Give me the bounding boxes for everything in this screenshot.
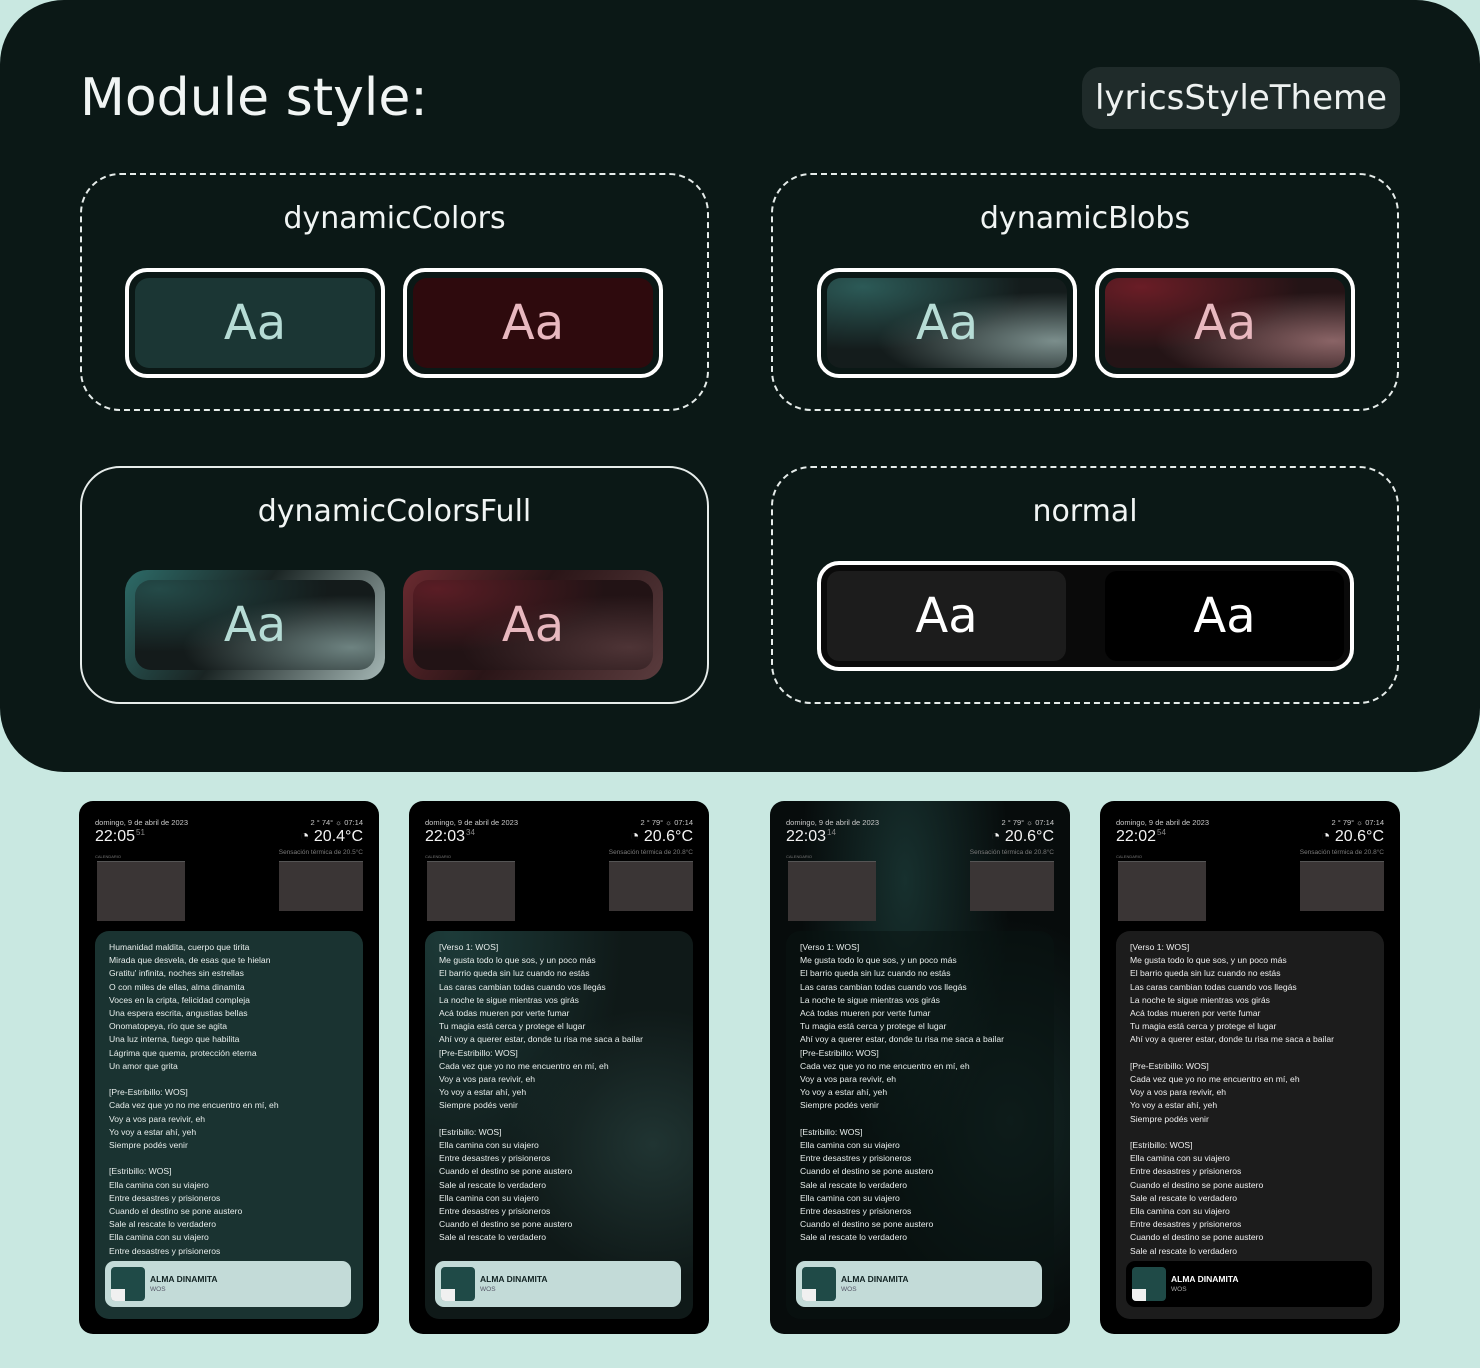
widget-placeholder — [609, 861, 693, 911]
phone-preview-dynamic-colors-full: domingo, 9 de abril de 2023 22:0334 2 ° … — [409, 801, 709, 1334]
temperature: ◔ 20.4°C — [299, 828, 363, 845]
lyrics-card[interactable]: [Verso 1: WOS] Me gusta todo lo que sos,… — [786, 931, 1054, 1319]
swatch-maroon[interactable]: Aa — [403, 268, 663, 378]
moon-icon: ◔ — [1320, 828, 1335, 845]
swatch-blob-teal[interactable]: Aa — [817, 268, 1077, 378]
status-line: 2 ° 79° ☼ 07:14 — [640, 818, 694, 827]
lyrics-text: [Verso 1: WOS] Me gusta todo lo que sos,… — [800, 942, 1004, 1243]
swatch-normal[interactable]: Aa Aa — [817, 561, 1354, 671]
lyrics-card[interactable]: [Verso 1: WOS] Me gusta todo lo que sos,… — [425, 931, 693, 1319]
artist-name: WOS — [480, 1286, 496, 1293]
moon-icon: ◔ — [990, 828, 1005, 845]
date: domingo, 9 de abril de 2023 — [95, 818, 188, 827]
swatch-sample-black: Aa — [1105, 571, 1344, 661]
calendar-label: CALENDARIO — [95, 854, 122, 859]
widget-placeholder — [970, 861, 1054, 911]
widget-placeholder — [1300, 861, 1384, 911]
widget-placeholder — [1118, 861, 1206, 921]
clock: 22:0551 — [95, 828, 145, 845]
album-art — [111, 1267, 145, 1301]
swatch-full-teal[interactable]: Aa — [125, 570, 385, 680]
lyrics-card[interactable]: Humanidad maldita, cuerpo que tirita Mir… — [95, 931, 363, 1319]
widget-placeholder — [97, 861, 185, 921]
feels-like: Sensación térmica de 20.5°C — [278, 849, 363, 856]
temperature: ◔ 20.6°C — [1320, 828, 1384, 845]
swatch-sample-grey: Aa — [827, 571, 1066, 661]
swatch-sample: Aa — [135, 278, 375, 368]
clock: 22:0254 — [1116, 828, 1166, 845]
lyrics-card[interactable]: [Verso 1: WOS] Me gusta todo lo que sos,… — [1116, 931, 1384, 1319]
swatch-sample: Aa — [827, 278, 1067, 368]
status-line: 2 ° 79° ☼ 07:14 — [1001, 818, 1055, 827]
artist-name: WOS — [1171, 1286, 1187, 1293]
date: domingo, 9 de abril de 2023 — [1116, 818, 1209, 827]
theme-tag: lyricsStyleTheme — [1082, 67, 1400, 129]
swatch-sample: Aa — [413, 580, 653, 670]
calendar-label: CALENDARIO — [786, 854, 813, 859]
swatch-blob-maroon[interactable]: Aa — [1095, 268, 1355, 378]
moon-icon: ◔ — [299, 828, 314, 845]
calendar-label: CALENDARIO — [425, 854, 452, 859]
date: domingo, 9 de abril de 2023 — [786, 818, 879, 827]
date: domingo, 9 de abril de 2023 — [425, 818, 518, 827]
song-title: ALMA DINAMITA — [150, 1274, 218, 1284]
feels-like: Sensación térmica de 20.8°C — [608, 849, 693, 856]
widget-placeholder — [427, 861, 515, 921]
status-line: 2 ° 79° ☼ 07:14 — [1331, 818, 1385, 827]
swatch-teal[interactable]: Aa — [125, 268, 385, 378]
widget-placeholder — [788, 861, 876, 921]
swatch-full-maroon[interactable]: Aa — [403, 570, 663, 680]
widget-placeholder — [279, 861, 363, 911]
temperature: ◔ 20.6°C — [629, 828, 693, 845]
now-playing[interactable]: ALMA DINAMITA WOS — [796, 1261, 1042, 1307]
moon-icon: ◔ — [629, 828, 644, 845]
artist-name: WOS — [150, 1286, 166, 1293]
now-playing[interactable]: ALMA DINAMITA WOS — [105, 1261, 351, 1307]
song-title: ALMA DINAMITA — [841, 1274, 909, 1284]
album-art — [802, 1267, 836, 1301]
lyrics-text: [Verso 1: WOS] Me gusta todo lo que sos,… — [1130, 942, 1334, 1256]
group-label: normal — [1032, 494, 1138, 529]
phone-preview-normal: domingo, 9 de abril de 2023 22:0254 2 ° … — [1100, 801, 1400, 1334]
page-title: Module style: — [80, 68, 428, 128]
status-line: 2 ° 74° ☼ 07:14 — [310, 818, 364, 827]
group-label: dynamicColorsFull — [257, 494, 532, 529]
lyrics-text: [Verso 1: WOS] Me gusta todo lo que sos,… — [439, 942, 643, 1243]
lyrics-text: Humanidad maldita, cuerpo que tirita Mir… — [109, 942, 279, 1256]
group-label: dynamicColors — [283, 201, 506, 236]
swatch-sample: Aa — [135, 580, 375, 670]
group-label: dynamicBlobs — [979, 201, 1191, 236]
temperature: ◔ 20.6°C — [990, 828, 1054, 845]
swatch-sample: Aa — [1105, 278, 1345, 368]
clock: 22:0314 — [786, 828, 836, 845]
feels-like: Sensación térmica de 20.8°C — [969, 849, 1054, 856]
clock: 22:0334 — [425, 828, 475, 845]
album-art — [1132, 1267, 1166, 1301]
now-playing[interactable]: ALMA DINAMITA WOS — [1126, 1261, 1372, 1307]
feels-like: Sensación térmica de 20.8°C — [1299, 849, 1384, 856]
phone-preview-dynamic-colors: domingo, 9 de abril de 2023 22:0551 2 ° … — [79, 801, 379, 1334]
now-playing[interactable]: ALMA DINAMITA WOS — [435, 1261, 681, 1307]
album-art — [441, 1267, 475, 1301]
artist-name: WOS — [841, 1286, 857, 1293]
song-title: ALMA DINAMITA — [480, 1274, 548, 1284]
song-title: ALMA DINAMITA — [1171, 1274, 1239, 1284]
calendar-label: CALENDARIO — [1116, 854, 1143, 859]
phone-preview-dynamic-blobs: domingo, 9 de abril de 2023 22:0314 2 ° … — [770, 801, 1070, 1334]
swatch-sample: Aa — [413, 278, 653, 368]
